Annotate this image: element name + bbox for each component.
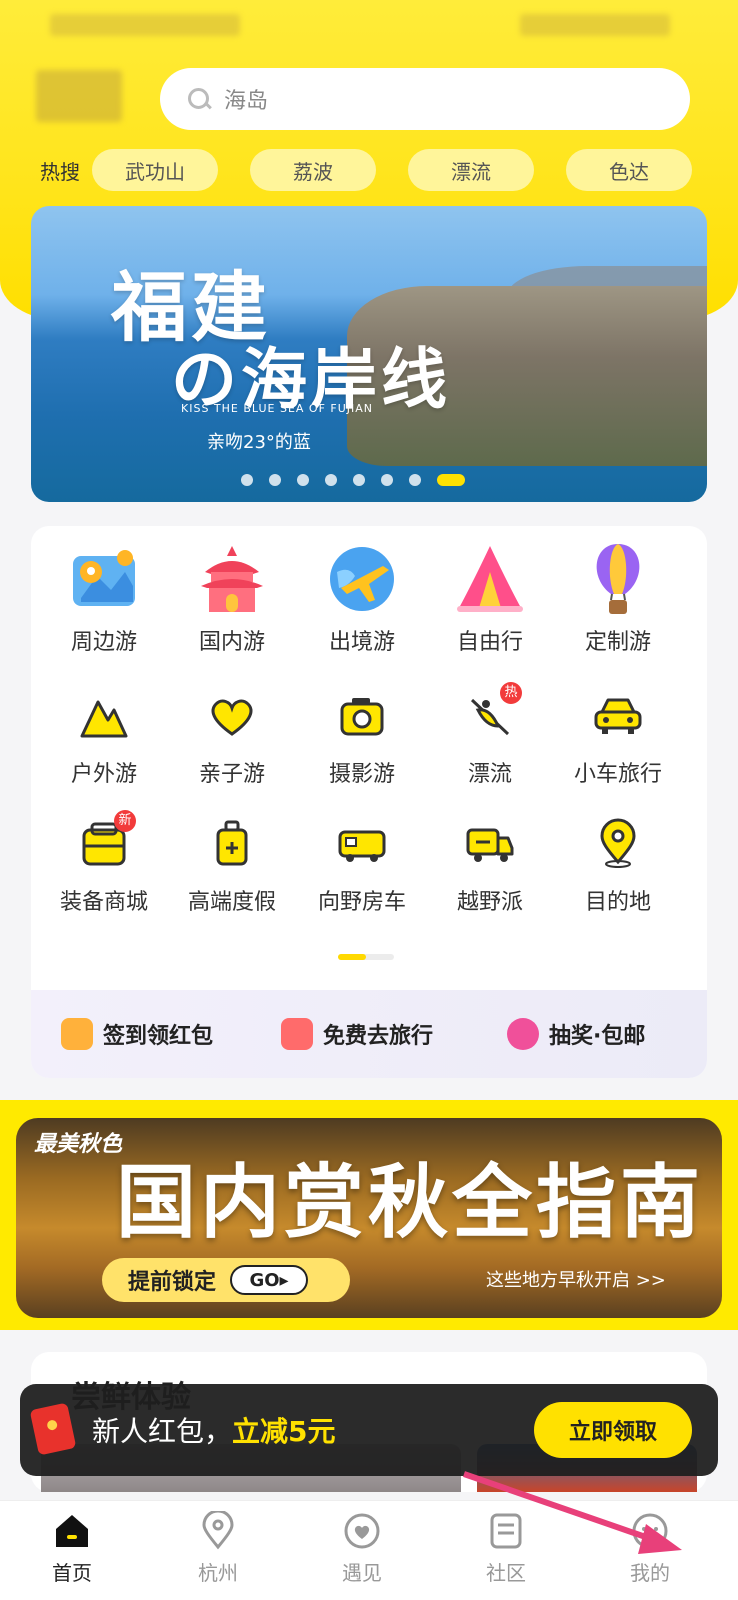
temple-icon: [195, 542, 269, 616]
camera-icon: [336, 690, 388, 742]
hot-search-label: 热搜: [40, 159, 80, 184]
toast-text: 新人红包，立减5元: [92, 1415, 336, 1448]
category-rv-camping[interactable]: 向野房车: [297, 818, 427, 916]
category-custom-tour[interactable]: 定制游: [553, 542, 683, 656]
pagination-dot: [353, 474, 365, 486]
kayak-icon: 热: [464, 682, 522, 742]
tab-home[interactable]: 首页: [22, 1511, 122, 1586]
category-offroad[interactable]: 越野派: [425, 818, 555, 916]
location-selector[interactable]: [36, 70, 126, 126]
pagination-dot-active: [437, 474, 465, 486]
hot-badge: 热: [500, 682, 522, 704]
promo-free-travel[interactable]: 免费去旅行: [281, 1018, 433, 1050]
new-badge: 新: [114, 810, 136, 832]
go-button: GO▸: [230, 1265, 309, 1295]
category-destination[interactable]: 目的地: [553, 818, 683, 916]
promo-strip: 签到领红包 免费去旅行 抽奖·包邮: [31, 990, 707, 1078]
hero-banner[interactable]: 福建 の海岸线 KISS THE BLUE SEA OF FUJIAN 亲吻23…: [31, 206, 707, 502]
car-icon: [592, 690, 644, 742]
pagination-dot: [325, 474, 337, 486]
category-car-travel[interactable]: 小车旅行: [553, 690, 683, 788]
luggage-icon: [206, 818, 258, 870]
banner-subtitle: 亲吻23°的蓝: [207, 432, 311, 453]
banner-subtitle-en: KISS THE BLUE SEA OF FUJIAN: [181, 402, 374, 415]
location-icon: [592, 818, 644, 870]
search-icon: [186, 86, 212, 112]
search-placeholder: 海岛: [224, 89, 269, 114]
hot-search-chip[interactable]: 色达: [566, 149, 692, 191]
category-nearby-tour[interactable]: 周边游: [39, 542, 169, 656]
pagination-dot: [297, 474, 309, 486]
category-rafting[interactable]: 热 漂流: [425, 682, 555, 788]
heart-circle-icon: [342, 1511, 382, 1551]
annotation-arrow-icon: [463, 1471, 682, 1554]
category-card: 周边游 国内游 出境游 自由行 定制游 户外游 亲子游 摄影游 热 漂流 小车旅…: [31, 526, 707, 1078]
truck-icon: [464, 818, 516, 870]
pagination-dot: [241, 474, 253, 486]
category-pager: [338, 954, 394, 960]
search-bar[interactable]: 海岛: [160, 68, 690, 130]
autumn-side-link[interactable]: 这些地方早秋开启 >>: [486, 1266, 666, 1292]
category-photography-tour[interactable]: 摄影游: [297, 690, 427, 788]
mountain-icon: [78, 690, 130, 742]
pagination-dot: [269, 474, 281, 486]
lock-in-button[interactable]: 提前锁定 GO▸: [102, 1258, 350, 1302]
hot-air-balloon-icon: [581, 542, 655, 616]
heart-icon: [206, 690, 258, 742]
category-domestic-tour[interactable]: 国内游: [167, 542, 297, 656]
category-gear-shop[interactable]: 新 装备商城: [39, 810, 169, 916]
status-bar: [0, 10, 738, 40]
globe-plane-icon: [325, 542, 399, 616]
tent-icon: [453, 542, 527, 616]
category-outbound-tour[interactable]: 出境游: [297, 542, 427, 656]
tab-meet[interactable]: 遇见: [312, 1511, 412, 1586]
category-outdoor-tour[interactable]: 户外游: [39, 690, 169, 788]
hot-search-chip[interactable]: 漂流: [408, 149, 534, 191]
banner-pagination: [241, 474, 481, 486]
hot-search-chip[interactable]: 武功山: [92, 149, 218, 191]
hot-search-chip[interactable]: 荔波: [250, 149, 376, 191]
category-independent-travel[interactable]: 自由行: [425, 542, 555, 656]
promo-lottery[interactable]: 抽奖·包邮: [507, 1018, 645, 1050]
claim-coupon-button[interactable]: 立即领取: [534, 1402, 692, 1458]
tab-city[interactable]: 杭州: [168, 1509, 268, 1586]
promo-sign-in[interactable]: 签到领红包: [61, 1018, 213, 1050]
autumn-guide-banner[interactable]: 最美秋色 国内赏秋全指南 提前锁定 GO▸ 这些地方早秋开启 >>: [16, 1118, 722, 1318]
hot-search-row: 热搜 武功山 荔波 漂流 色达: [40, 148, 700, 192]
home-icon: [52, 1511, 92, 1551]
prize-wheel-icon: [507, 1018, 539, 1050]
new-user-coupon-toast: 新人红包，立减5元 立即领取: [20, 1384, 718, 1476]
calendar-check-icon: [61, 1018, 93, 1050]
gift-box-icon: [281, 1018, 313, 1050]
autumn-title: 国内赏秋全指南: [116, 1156, 704, 1249]
red-packet-icon: [29, 1402, 77, 1456]
location-icon: [198, 1509, 238, 1551]
category-family-tour[interactable]: 亲子游: [167, 690, 297, 788]
autumn-tag: 最美秋色: [34, 1131, 123, 1157]
camper-icon: [336, 818, 388, 870]
category-luxury-vacation[interactable]: 高端度假: [167, 818, 297, 916]
map-pin-icon: [67, 542, 141, 616]
pagination-dot: [409, 474, 421, 486]
pagination-dot: [381, 474, 393, 486]
backpack-icon: 新: [78, 810, 136, 870]
